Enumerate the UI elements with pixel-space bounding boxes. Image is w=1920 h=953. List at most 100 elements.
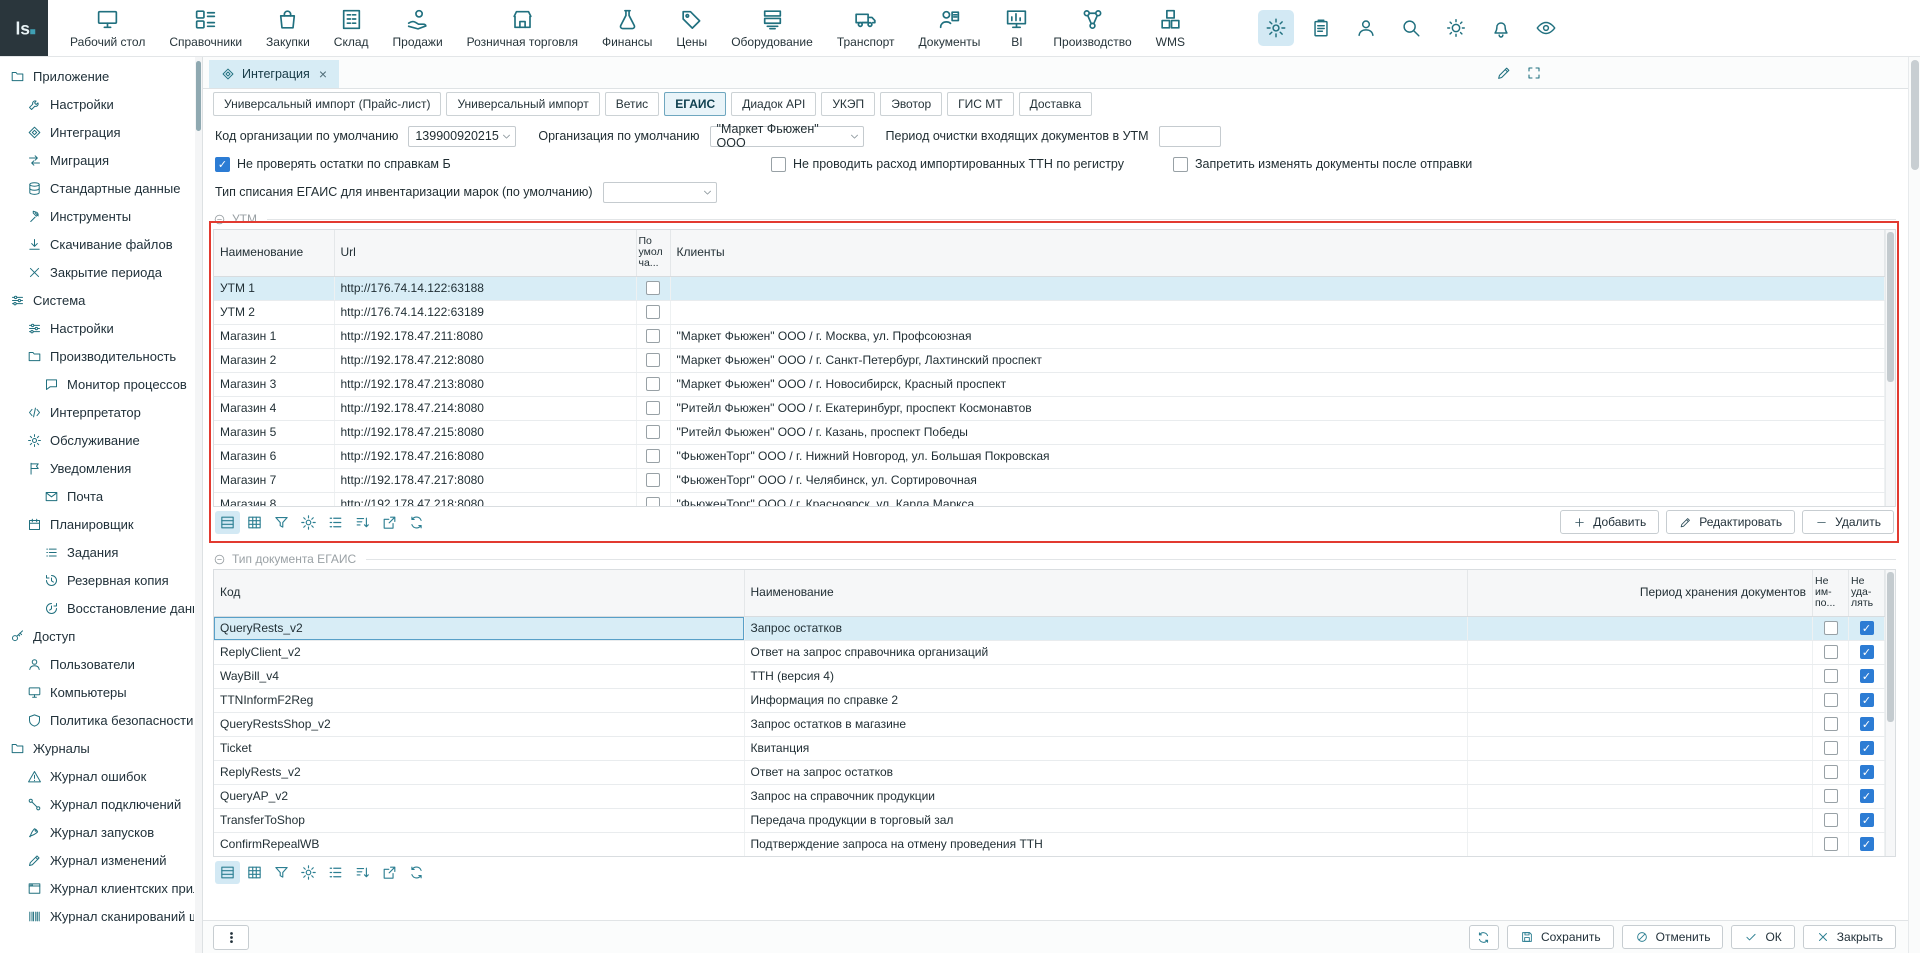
sidebar-item-application[interactable]: Приложение (0, 62, 194, 90)
column-header-url[interactable]: Url (334, 230, 636, 276)
table-row[interactable]: ReplyRests_v2Ответ на запрос остатков (214, 760, 1885, 784)
table-row[interactable]: TTNInformF2RegИнформация по справке 2 (214, 688, 1885, 712)
default-checkbox[interactable] (646, 473, 660, 487)
sidebar-item-launch-log[interactable]: Журнал запусков (0, 818, 194, 846)
sidebar-item-migration[interactable]: Миграция (0, 146, 194, 174)
org-code-select[interactable]: 139900920215 (408, 126, 516, 147)
table-row[interactable]: Магазин 4http://192.178.47.214:8080"Рите… (214, 396, 1885, 420)
sidebar-item-change-log[interactable]: Журнал изменений (0, 846, 194, 874)
sidebar-item-access[interactable]: Доступ (0, 622, 194, 650)
not_delete-checkbox[interactable] (1860, 789, 1874, 803)
utm-cleanup-input[interactable] (1159, 126, 1221, 147)
group-sort-button[interactable] (350, 861, 375, 884)
sidebar-item-scheduler[interactable]: Планировщик (0, 510, 194, 538)
row-layout-button[interactable] (215, 861, 240, 884)
checkbox[interactable] (771, 157, 786, 172)
filter-button[interactable] (269, 511, 294, 534)
module-desktop[interactable]: Рабочий стол (58, 0, 157, 56)
sidebar-item-notifications[interactable]: Уведомления (0, 454, 194, 482)
module-wms[interactable]: WMS (1144, 0, 1197, 56)
edit-button[interactable]: Редактировать (1666, 510, 1795, 534)
export-button[interactable] (377, 861, 402, 884)
not_import-checkbox[interactable] (1824, 621, 1838, 635)
module-equipment[interactable]: Оборудование (719, 0, 825, 56)
default-checkbox[interactable] (646, 449, 660, 463)
not_delete-checkbox[interactable] (1860, 645, 1874, 659)
default-checkbox[interactable] (646, 401, 660, 415)
module-bi[interactable]: BI (992, 0, 1041, 56)
refresh-button[interactable] (1469, 925, 1499, 950)
sidebar-item-integration[interactable]: Интеграция (0, 118, 194, 146)
egais-table-scrollbar[interactable] (1885, 570, 1895, 856)
sidebar-item-connection-log[interactable]: Журнал подключений (0, 790, 194, 818)
search-button[interactable] (1393, 10, 1429, 46)
sidebar-item-users[interactable]: Пользователи (0, 650, 194, 678)
delete-button[interactable]: Удалить (1802, 510, 1894, 534)
module-finance[interactable]: Финансы (590, 0, 664, 56)
grid-settings-button[interactable] (296, 511, 321, 534)
subtab-ukep[interactable]: УКЭП (821, 92, 875, 116)
column-header-name[interactable]: Наименование (214, 230, 334, 276)
main-scrollbar[interactable] (1908, 57, 1920, 953)
filter-button[interactable] (269, 861, 294, 884)
module-production[interactable]: Производство (1041, 0, 1143, 56)
module-purchases[interactable]: Закупки (254, 0, 322, 56)
table-row[interactable]: УТМ 2http://176.74.14.122:63189 (214, 300, 1885, 324)
not_import-checkbox[interactable] (1824, 717, 1838, 731)
column-header-code[interactable]: Код (214, 570, 744, 616)
not_import-checkbox[interactable] (1824, 669, 1838, 683)
reports-button[interactable] (1303, 10, 1339, 46)
sidebar-item-mail[interactable]: Почта (0, 482, 194, 510)
table-row[interactable]: QueryRestsShop_v2Запрос остатков в магаз… (214, 712, 1885, 736)
sidebar-item-computers[interactable]: Компьютеры (0, 678, 194, 706)
reload-button[interactable] (404, 861, 429, 884)
default-checkbox[interactable] (646, 377, 660, 391)
sidebar-item-scan-log[interactable]: Журнал сканирований штрихкодов (0, 902, 194, 930)
not_delete-checkbox[interactable] (1860, 621, 1874, 635)
module-retail[interactable]: Розничная торговля (455, 0, 590, 56)
fullscreen-button[interactable] (1526, 65, 1542, 81)
sidebar-item-data-restore[interactable]: Восстановление данных (0, 594, 194, 622)
sidebar-item-journals[interactable]: Журналы (0, 734, 194, 762)
column-header-not_import[interactable]: Не им- по... (1813, 570, 1849, 616)
subtab-vetis[interactable]: Ветис (605, 92, 659, 116)
no-check-b-checkbox[interactable]: Не проверять остатки по справкам Б (215, 157, 771, 172)
default-checkbox[interactable] (646, 497, 660, 506)
table-row[interactable]: ReplyClient_v2Ответ на запрос справочник… (214, 640, 1885, 664)
not_import-checkbox[interactable] (1824, 693, 1838, 707)
sidebar-item-performance[interactable]: Производительность (0, 342, 194, 370)
not_delete-checkbox[interactable] (1860, 693, 1874, 707)
module-sales[interactable]: Продажи (381, 0, 455, 56)
scrollbar-thumb[interactable] (196, 61, 201, 131)
default-checkbox[interactable] (646, 305, 660, 319)
column-header-default[interactable]: По умол ча... (636, 230, 670, 276)
not_import-checkbox[interactable] (1824, 789, 1838, 803)
edit-form-button[interactable] (1496, 65, 1512, 81)
subtab-gis-mt[interactable]: ГИС МТ (947, 92, 1013, 116)
column-header-clients[interactable]: Клиенты (670, 230, 1885, 276)
table-row[interactable]: TicketКвитанция (214, 736, 1885, 760)
table-row[interactable]: TransferToShopПередача продукции в торго… (214, 808, 1885, 832)
numbered-list-button[interactable] (323, 861, 348, 884)
module-documents[interactable]: Документы (907, 0, 993, 56)
table-row[interactable]: ConfirmRepealWBПодтверждение запроса на … (214, 832, 1885, 856)
scrollbar-thumb[interactable] (1911, 60, 1919, 170)
not_delete-checkbox[interactable] (1860, 669, 1874, 683)
notifications-button[interactable] (1483, 10, 1519, 46)
sidebar-item-process-monitor[interactable]: Монитор процессов (0, 370, 194, 398)
subtab-egais[interactable]: ЕГАИС (664, 92, 726, 116)
app-logo[interactable]: ls (0, 0, 48, 56)
appearance-button[interactable] (1438, 10, 1474, 46)
org-select[interactable]: "Маркет Фьюжен" ООО (710, 126, 864, 147)
sidebar-item-app-settings[interactable]: Настройки (0, 90, 194, 118)
not_import-checkbox[interactable] (1824, 765, 1838, 779)
ok-button[interactable]: ОК (1731, 925, 1794, 949)
not_delete-checkbox[interactable] (1860, 741, 1874, 755)
table-row[interactable]: Магазин 7http://192.178.47.217:8080"Фьюж… (214, 468, 1885, 492)
grid-layout-button[interactable] (242, 511, 267, 534)
subtab-universal-import[interactable]: Универсальный импорт (446, 92, 599, 116)
utm-table-scrollbar[interactable] (1885, 230, 1895, 506)
grid-settings-button[interactable] (296, 861, 321, 884)
sidebar-item-system-settings[interactable]: Настройки (0, 314, 194, 342)
table-row[interactable]: Магазин 2http://192.178.47.212:8080"Марк… (214, 348, 1885, 372)
